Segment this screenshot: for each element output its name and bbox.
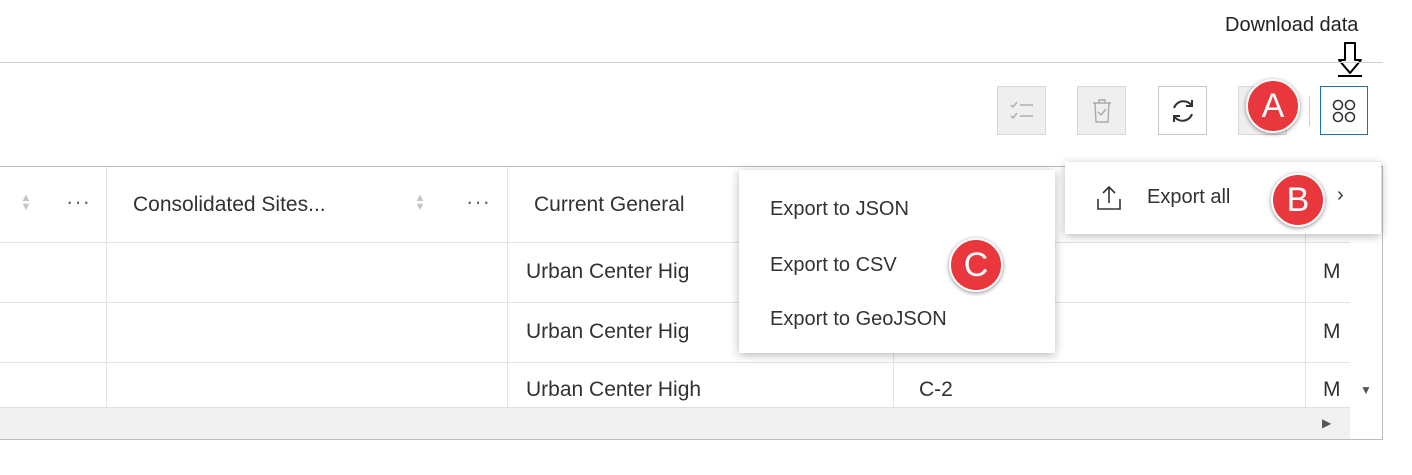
cell-zoning: C-2 [919, 378, 953, 401]
grid-circles-icon [1332, 99, 1356, 122]
export-csv-item[interactable]: Export to CSV [770, 254, 897, 277]
show-selection-button[interactable] [997, 86, 1046, 135]
cell-last: M [1323, 378, 1341, 401]
annotation-badge-b: B [1271, 173, 1325, 227]
table-row[interactable]: Urban Center Hig M [0, 242, 1350, 303]
toolbar-separator [1309, 96, 1310, 126]
horizontal-scrollbar[interactable]: ▶ [0, 407, 1350, 439]
export-submenu: Export to JSON Export to CSV Export to G… [739, 170, 1055, 353]
refresh-icon [1172, 99, 1193, 122]
cell-general: Urban Center Hig [526, 320, 690, 343]
column-divider [507, 167, 508, 242]
scroll-right-icon[interactable]: ▶ [1322, 416, 1331, 430]
export-json-item[interactable]: Export to JSON [770, 198, 909, 221]
cell-last: M [1323, 320, 1341, 343]
table-row[interactable]: Urban Center Hig M [0, 302, 1350, 363]
export-menu: Export all › [1065, 162, 1381, 234]
chevron-right-icon: › [1337, 184, 1344, 206]
refresh-button[interactable] [1158, 86, 1207, 135]
cell-last: M [1323, 260, 1341, 283]
sort-icon[interactable]: ▲ ▼ [20, 193, 32, 213]
checklist-icon [1010, 101, 1033, 119]
cell-general: Urban Center High [526, 378, 702, 401]
column-menu-icon[interactable]: ··· [66, 189, 91, 215]
column-header-general[interactable]: Current General [534, 167, 685, 242]
export-all-item[interactable]: Export all › [1065, 162, 1381, 234]
annotation-badge-a: A [1246, 79, 1300, 133]
export-all-label: Export all [1147, 186, 1231, 208]
scroll-down-icon[interactable]: ▼ [1360, 383, 1372, 397]
column-header-consolidated[interactable]: Consolidated Sites... [133, 167, 326, 242]
trash-icon [1092, 98, 1111, 123]
cell-general: Urban Center Hig [526, 260, 690, 283]
sort-icon[interactable]: ▲ ▼ [414, 193, 426, 213]
header-divider [0, 62, 1383, 63]
export-geojson-item[interactable]: Export to GeoJSON [770, 308, 947, 331]
upload-icon [1097, 185, 1121, 210]
column-menu-icon[interactable]: ··· [466, 189, 491, 215]
down-arrow-icon [1338, 42, 1362, 77]
column-divider [106, 167, 107, 242]
delete-selection-button[interactable] [1077, 86, 1126, 135]
more-actions-button[interactable] [1320, 86, 1368, 135]
annotation-badge-c: C [949, 238, 1003, 292]
download-data-caption: Download data [1225, 14, 1359, 36]
